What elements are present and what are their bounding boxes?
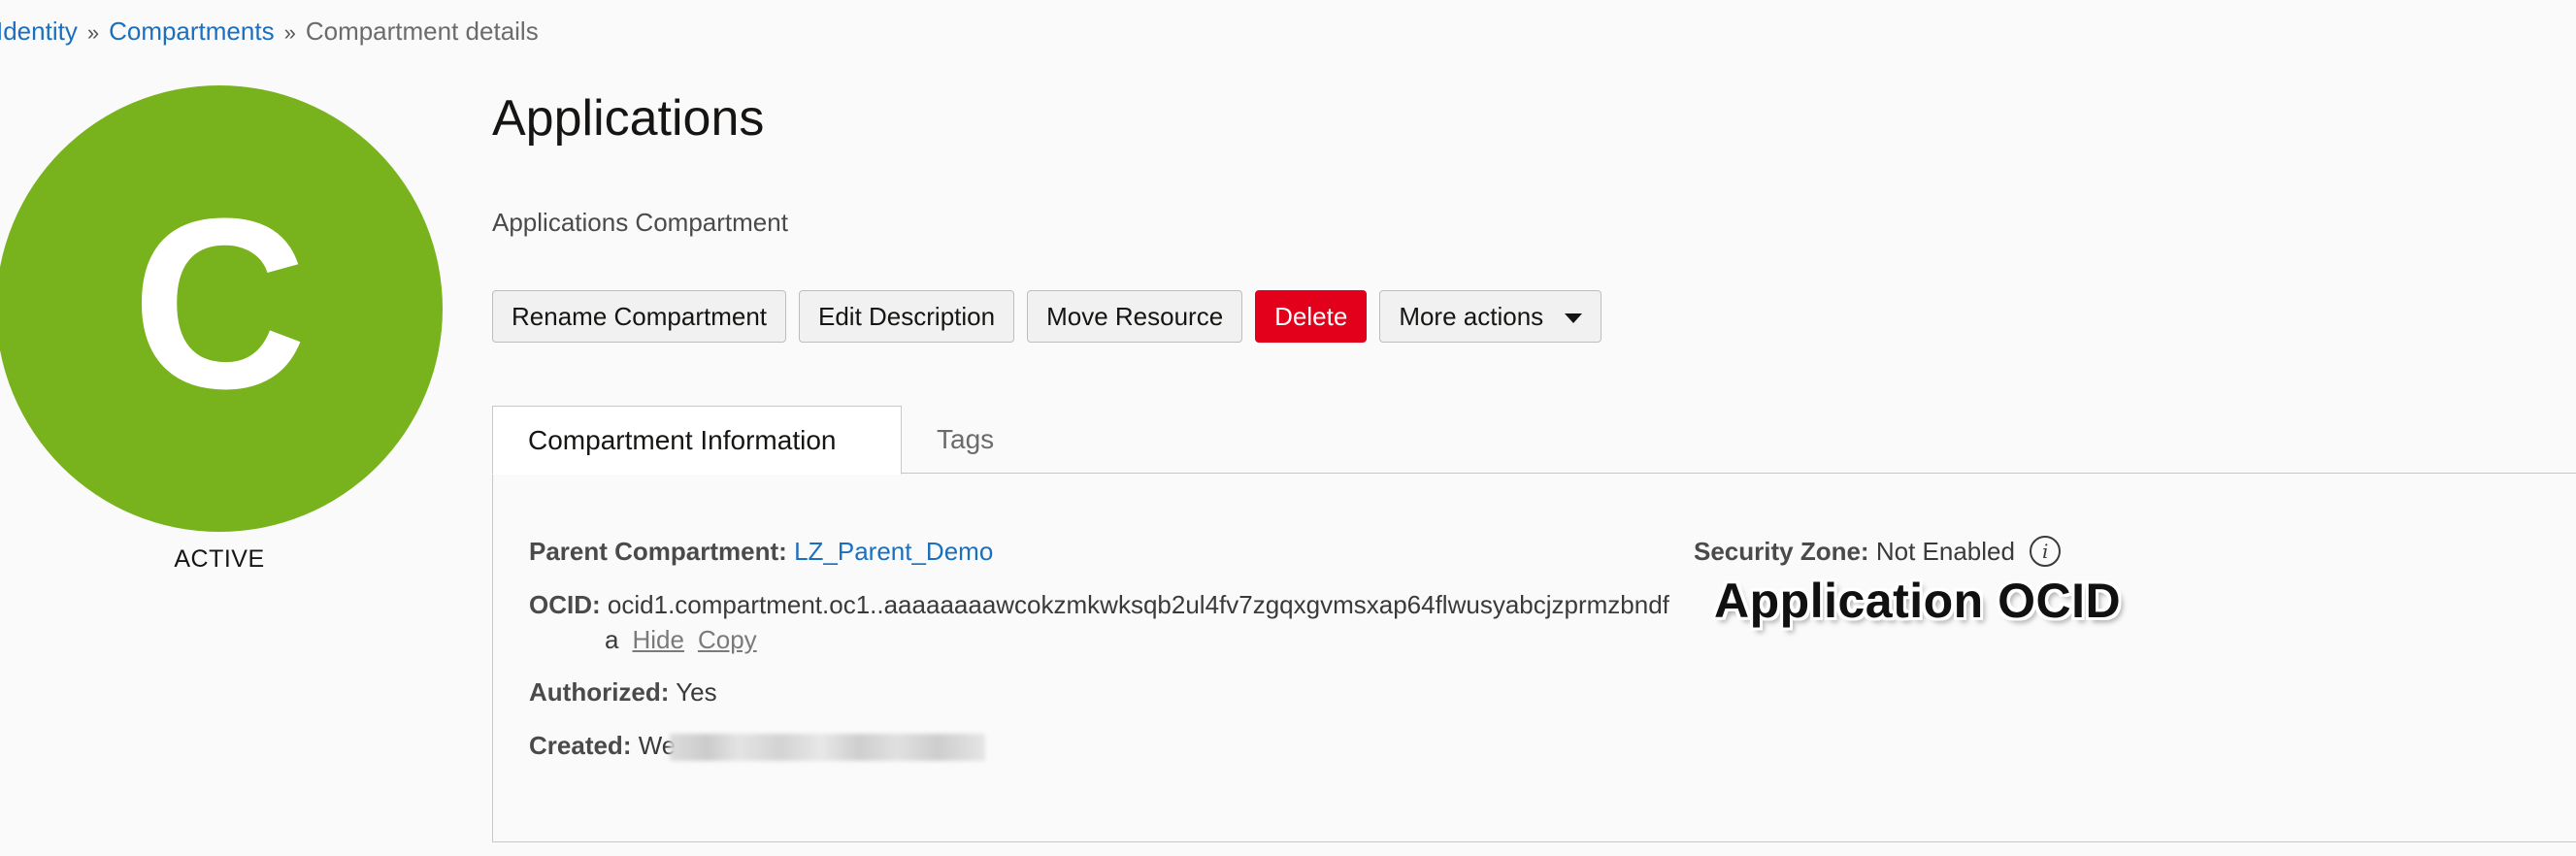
parent-compartment-row: Parent Compartment: LZ_Parent_Demo	[529, 534, 993, 569]
application-ocid-annotation: Application OCID	[1714, 574, 2122, 628]
breadcrumb-current: Compartment details	[305, 16, 539, 46]
parent-compartment-link[interactable]: LZ_Parent_Demo	[794, 537, 993, 566]
avatar-letter: C	[131, 168, 308, 439]
rename-compartment-button[interactable]: Rename Compartment	[492, 290, 786, 343]
compartment-avatar: C	[0, 85, 443, 532]
breadcrumb-compartments[interactable]: Compartments	[109, 16, 275, 46]
authorized-row: Authorized: Yes	[529, 675, 717, 709]
ocid-value-tail: a	[605, 625, 619, 654]
hide-ocid-link[interactable]: Hide	[632, 625, 683, 654]
caret-down-icon	[1565, 313, 1583, 323]
delete-button[interactable]: Delete	[1255, 290, 1368, 343]
breadcrumb-identity[interactable]: Identity	[0, 16, 78, 46]
action-toolbar: Rename Compartment Edit Description Move…	[492, 290, 1602, 343]
tab-tags[interactable]: Tags	[902, 406, 1029, 474]
created-label: Created:	[529, 731, 632, 760]
info-icon[interactable]: i	[2030, 536, 2062, 568]
security-zone-label: Security Zone:	[1694, 537, 1869, 566]
lifecycle-state: ACTIVE	[174, 545, 265, 573]
ocid-row: OCID: ocid1.compartment.oc1..aaaaaaaawco…	[529, 587, 1669, 622]
compartment-description: Applications Compartment	[492, 208, 788, 237]
tab-compartment-information[interactable]: Compartment Information	[492, 406, 902, 475]
compartment-information-panel	[492, 474, 2576, 842]
more-actions-button[interactable]: More actions	[1379, 290, 1602, 343]
more-actions-label: More actions	[1399, 301, 1544, 331]
breadcrumb: Identity » Compartments » Compartment detail…	[0, 14, 539, 50]
authorized-value: Yes	[676, 677, 717, 707]
redacted-date	[670, 734, 986, 762]
authorized-label: Authorized:	[529, 677, 670, 707]
page-title: Applications	[492, 90, 765, 147]
security-zone-row: Security Zone: Not Enabled i	[1694, 534, 2062, 569]
copy-ocid-link[interactable]: Copy	[698, 625, 757, 654]
ocid-value: ocid1.compartment.oc1..aaaaaaaawcokzmkwk…	[607, 590, 1669, 619]
ocid-label: OCID:	[529, 590, 601, 619]
edit-description-button[interactable]: Edit Description	[799, 290, 1015, 343]
ocid-row-continued: a Hide Copy	[605, 622, 757, 657]
move-resource-button[interactable]: Move Resource	[1027, 290, 1243, 343]
compartment-details-page: Identity » Compartments » Compartment detail…	[0, 0, 2576, 856]
parent-compartment-label: Parent Compartment:	[529, 537, 787, 566]
breadcrumb-separator: »	[86, 20, 100, 45]
security-zone-value: Not Enabled	[1875, 537, 2015, 566]
breadcrumb-separator: »	[283, 20, 296, 45]
created-row: Created: We	[529, 728, 986, 763]
